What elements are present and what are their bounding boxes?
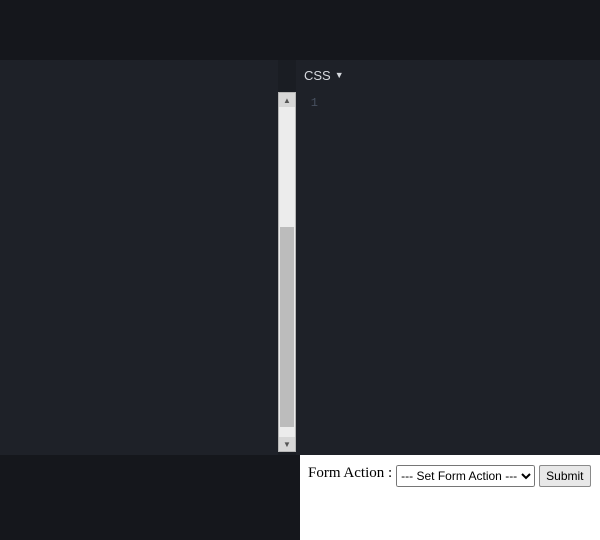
code-body[interactable]	[326, 90, 600, 455]
code-editor[interactable]: 1	[296, 90, 600, 455]
main-editor-row: ▲ ▼ CSS ▼ 1	[0, 60, 600, 455]
line-number-gutter: 1	[296, 90, 326, 455]
scroll-track[interactable]	[279, 107, 295, 437]
tab-css[interactable]: CSS ▼	[304, 68, 344, 83]
dropdown-triangle-icon: ▼	[335, 70, 344, 80]
line-number-1: 1	[296, 96, 318, 110]
scroll-thumb[interactable]	[280, 227, 294, 427]
form-action-label: Form Action :	[308, 465, 392, 482]
editor-tab-row: CSS ▼	[296, 60, 600, 90]
scroll-up-arrow-icon[interactable]: ▲	[279, 93, 295, 107]
form-action-select[interactable]: --- Set Form Action ---	[396, 465, 535, 487]
left-editor-pane	[0, 60, 278, 455]
submit-button[interactable]: Submit	[539, 465, 590, 487]
vertical-scrollbar[interactable]: ▲ ▼	[278, 92, 296, 452]
bottom-left-panel	[0, 455, 300, 540]
right-editor-pane: CSS ▼ 1	[296, 60, 600, 455]
top-header-bar	[0, 0, 600, 60]
output-preview-panel: Form Action : --- Set Form Action --- Su…	[300, 455, 600, 540]
tab-css-label: CSS	[304, 68, 331, 83]
scroll-down-arrow-icon[interactable]: ▼	[279, 437, 295, 451]
bottom-row: Form Action : --- Set Form Action --- Su…	[0, 455, 600, 540]
